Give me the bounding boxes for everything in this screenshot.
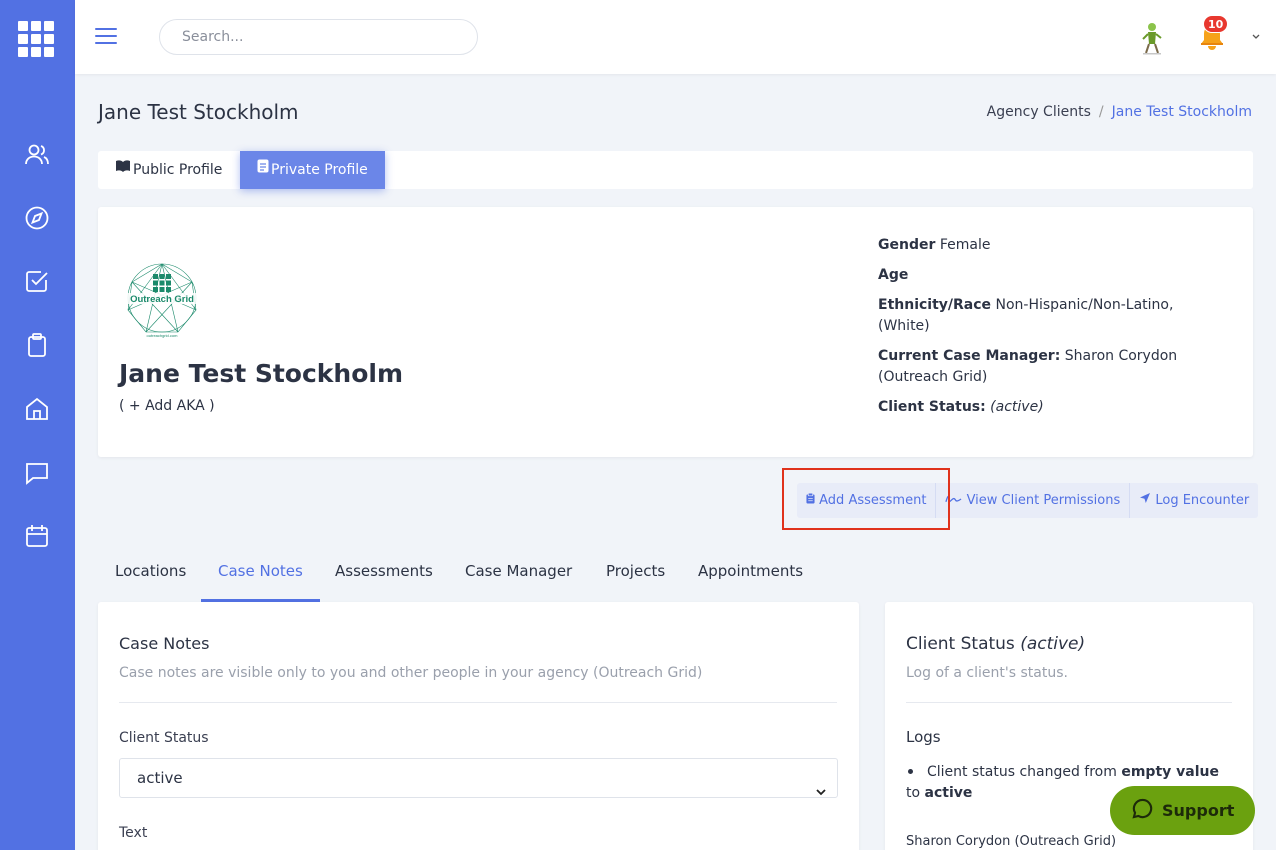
logo-url-text: outreachgrid.com <box>147 333 179 338</box>
profile-card: Outreach Grid outreachgrid.com Jane Test… <box>98 207 1253 457</box>
ethnicity-row: Ethnicity/Race Non-Hispanic/Non-Latino, … <box>878 295 1208 337</box>
tab-locations[interactable]: Locations <box>115 555 186 602</box>
client-status-row: Client Status: (active) <box>878 397 1208 418</box>
breadcrumb: Agency Clients / Jane Test Stockholm <box>987 104 1252 120</box>
users-icon[interactable] <box>24 142 50 168</box>
case-manager-label: Current Case Manager: <box>878 348 1061 364</box>
home-icon[interactable] <box>24 396 50 422</box>
clipboard-icon[interactable] <box>24 332 50 358</box>
ethnicity-label: Ethnicity/Race <box>878 297 992 313</box>
sidebar <box>0 0 75 850</box>
log-from: empty value <box>1121 764 1219 780</box>
apps-grid-icon[interactable] <box>18 21 56 58</box>
log-user: Sharon Corydon (Outreach Grid) <box>906 834 1117 849</box>
client-status-card-title: Client Status (active) <box>906 634 1085 654</box>
log-encounter-button[interactable]: Log Encounter <box>1130 483 1258 518</box>
client-status-selected: active <box>137 769 183 787</box>
case-notes-title: Case Notes <box>119 634 210 653</box>
logs-heading: Logs <box>906 728 941 746</box>
tab-case-notes[interactable]: Case Notes <box>201 555 320 602</box>
client-status-card-title-status: (active) <box>1020 634 1086 654</box>
chevron-down-icon[interactable] <box>1250 30 1262 42</box>
age-label: Age <box>878 267 909 283</box>
divider <box>119 702 837 703</box>
client-status-label: Client Status: <box>878 399 986 415</box>
tab-assessments[interactable]: Assessments <box>335 555 433 602</box>
checkbox-icon[interactable] <box>24 268 50 294</box>
divider <box>906 702 1232 703</box>
book-icon <box>115 150 131 188</box>
support-label: Support <box>1162 801 1235 820</box>
view-client-permissions-label: View Client Permissions <box>966 493 1121 508</box>
tab-projects[interactable]: Projects <box>606 555 665 602</box>
hamburger-menu-icon[interactable] <box>95 28 117 46</box>
tab-label: Public Profile <box>133 162 223 178</box>
gender-label: Gender <box>878 237 936 253</box>
top-bar: 10 <box>75 0 1276 74</box>
client-name: Jane Test Stockholm <box>119 359 404 388</box>
avatar[interactable] <box>1137 20 1167 56</box>
outreach-grid-logo: Outreach Grid outreachgrid.com <box>122 260 202 342</box>
compass-icon[interactable] <box>24 205 50 231</box>
tab-private-profile[interactable]: Private Profile <box>240 151 385 189</box>
log-text-mid: to <box>906 785 921 801</box>
profile-tabs: Public Profile Private Profile <box>98 151 1253 189</box>
search-input[interactable] <box>159 19 478 55</box>
client-status-value: (active) <box>990 399 1044 415</box>
page-title: Jane Test Stockholm <box>98 100 299 124</box>
log-encounter-label: Log Encounter <box>1155 493 1250 508</box>
case-manager-row: Current Case Manager: Sharon Corydon (Ou… <box>878 346 1208 388</box>
age-row: Age <box>878 265 1208 286</box>
highlight-box <box>782 468 950 530</box>
tab-appointments[interactable]: Appointments <box>698 555 803 602</box>
gender-value: Female <box>939 237 991 253</box>
notification-badge: 10 <box>1203 15 1229 33</box>
client-details: Gender Female Age Ethnicity/Race Non-His… <box>878 235 1208 427</box>
breadcrumb-current: Jane Test Stockholm <box>1111 104 1252 120</box>
chat-icon[interactable] <box>24 460 50 486</box>
client-status-card-title-text: Client Status <box>906 634 1015 654</box>
client-status-card-subtitle: Log of a client's status. <box>906 665 1068 681</box>
chat-bubble-icon <box>1132 798 1162 823</box>
support-button[interactable]: Support <box>1110 786 1255 835</box>
case-notes-card: Case Notes Case notes are visible only t… <box>98 602 859 850</box>
logo-text: Outreach Grid <box>130 294 194 305</box>
document-icon <box>257 150 269 188</box>
breadcrumb-separator: / <box>1098 104 1104 120</box>
client-status-field-label: Client Status <box>119 730 209 746</box>
case-notes-subtitle: Case notes are visible only to you and o… <box>119 665 703 681</box>
chevron-down-icon <box>815 773 827 796</box>
log-to: active <box>924 785 973 801</box>
add-aka-link[interactable]: ( + Add AKA ) <box>119 398 215 414</box>
tab-case-manager[interactable]: Case Manager <box>465 555 572 602</box>
text-field-label: Text <box>119 825 148 841</box>
calendar-icon[interactable] <box>24 523 50 549</box>
tab-label: Private Profile <box>271 162 368 178</box>
log-text-pre: Client status changed from <box>927 764 1117 780</box>
view-client-permissions-button[interactable]: View Client Permissions <box>936 483 1131 518</box>
client-status-select[interactable]: active <box>119 758 838 798</box>
tab-public-profile[interactable]: Public Profile <box>98 151 239 189</box>
gender-row: Gender Female <box>878 235 1208 256</box>
breadcrumb-agency-clients[interactable]: Agency Clients <box>987 104 1091 120</box>
location-arrow-icon <box>1139 493 1151 508</box>
